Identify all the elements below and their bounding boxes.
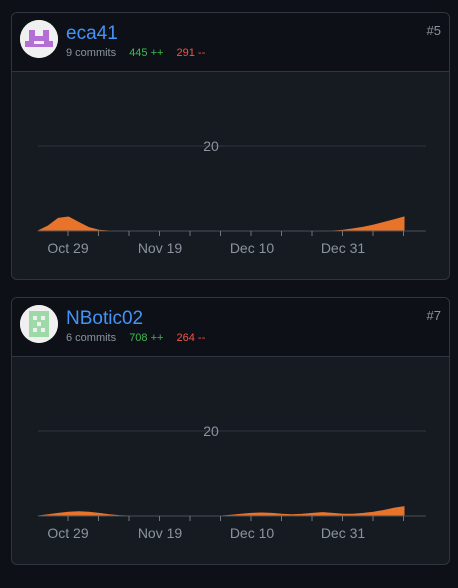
x-tick-label: Oct 29: [47, 240, 88, 256]
contributor-header: NBotic02 6 commits 708 ++ 264 -- #7: [12, 298, 449, 357]
contributor-username[interactable]: eca41: [66, 23, 118, 45]
additions-count: 445 ++: [129, 47, 164, 59]
contributor-card: NBotic02 6 commits 708 ++ 264 -- #7 20 Oc…: [11, 297, 450, 565]
x-tick-label: Oct 29: [47, 525, 88, 541]
avatar[interactable]: [20, 20, 58, 58]
contributor-rank: #7: [426, 308, 441, 323]
contributor-username[interactable]: NBotic02: [66, 308, 143, 330]
identicon-green-icon: [20, 305, 58, 343]
avatar[interactable]: [20, 305, 58, 343]
contributor-stats: 6 commits 708 ++ 264 --: [66, 332, 205, 344]
x-tick-label: Nov 19: [138, 525, 183, 541]
additions-count: 708 ++: [129, 332, 164, 344]
commits-count[interactable]: 6 commits: [66, 332, 116, 344]
x-tick-label: Dec 10: [230, 525, 275, 541]
deletions-count: 291 --: [176, 47, 206, 59]
series-area: [37, 506, 405, 517]
x-tick-label: Dec 31: [321, 525, 366, 541]
x-tick-label: Nov 19: [138, 240, 183, 256]
contributor-card: eca41 9 commits 445 ++ 291 -- #5 20 Oct 2…: [11, 12, 450, 280]
y-tick-label: 20: [203, 423, 219, 439]
x-tick-label: Dec 31: [321, 240, 366, 256]
deletions-count: 264 --: [176, 332, 206, 344]
contributor-stats: 9 commits 445 ++ 291 --: [66, 47, 205, 59]
y-tick-label: 20: [203, 138, 219, 154]
series-area: [37, 216, 405, 232]
commits-count[interactable]: 9 commits: [66, 47, 116, 59]
contribution-chart: 20 Oct 29 Nov 19 Dec 10 Dec 31: [37, 138, 426, 256]
identicon-purple-icon: [20, 20, 58, 58]
contributor-header: eca41 9 commits 445 ++ 291 -- #5: [12, 13, 449, 72]
contributor-rank: #5: [426, 23, 441, 38]
contribution-chart: 20 Oct 29 Nov 19 Dec 10 Dec 31: [37, 423, 426, 541]
x-tick-label: Dec 10: [230, 240, 275, 256]
